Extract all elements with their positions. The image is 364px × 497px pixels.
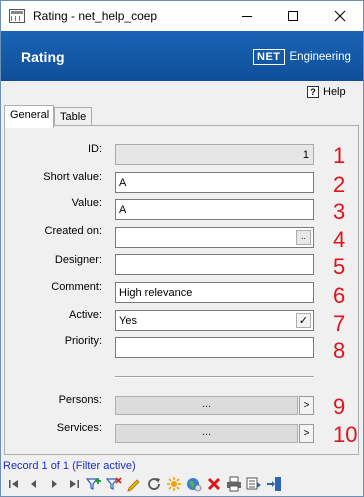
- comment-field[interactable]: High relevance: [115, 282, 314, 303]
- help-button[interactable]: ? Help: [307, 86, 346, 98]
- close-button[interactable]: [317, 1, 363, 31]
- window: Rating - net_help_coep Rating NET Engine…: [0, 0, 364, 497]
- priority-field[interactable]: [115, 337, 314, 358]
- persons-open-button[interactable]: >: [299, 396, 314, 415]
- net-engineering-logo: NET Engineering: [253, 49, 351, 65]
- created-on-label: Created on:: [44, 225, 102, 237]
- designer-field[interactable]: [115, 254, 314, 275]
- annotation-6: 6: [333, 283, 346, 308]
- clear-filter-icon: [105, 477, 122, 490]
- edit-button[interactable]: [125, 476, 142, 493]
- active-field[interactable]: Yes ✓: [115, 310, 314, 331]
- delete-icon: [207, 477, 220, 491]
- last-record-button[interactable]: [65, 476, 82, 493]
- window-title: Rating - net_help_coep: [33, 9, 158, 23]
- id-field: 1: [115, 144, 314, 165]
- general-panel: ID: 1 1 Short value: A 2 Value: A 3 Crea…: [4, 125, 359, 455]
- help-icon: ?: [307, 86, 319, 98]
- date-picker-button[interactable]: ..: [296, 230, 311, 245]
- page-title: Rating: [21, 49, 65, 65]
- annotation-4: 4: [333, 227, 346, 252]
- annotation-5: 5: [333, 254, 346, 279]
- print-icon: [226, 476, 241, 492]
- last-record-icon: [69, 480, 79, 488]
- new-record-icon: [166, 477, 181, 491]
- export-button[interactable]: [245, 476, 262, 493]
- first-record-button[interactable]: [5, 476, 22, 493]
- first-record-icon: [8, 480, 18, 488]
- next-record-button[interactable]: [45, 476, 62, 493]
- web-button[interactable]: [185, 476, 202, 493]
- tab-general[interactable]: General: [4, 105, 54, 128]
- priority-label: Priority:: [64, 335, 102, 347]
- next-record-icon: [51, 480, 57, 488]
- logo-text: Engineering: [289, 51, 351, 63]
- services-open-button[interactable]: >: [299, 424, 314, 443]
- exit-icon: [266, 477, 281, 491]
- title-bar: Rating - net_help_coep: [1, 1, 363, 31]
- annotation-3: 3: [333, 199, 346, 224]
- add-filter-icon: [85, 478, 101, 490]
- separator: [115, 376, 314, 378]
- app-icon: [9, 9, 25, 23]
- web-icon: [186, 478, 201, 492]
- persons-label: Persons:: [58, 394, 102, 406]
- persons-field[interactable]: ...: [115, 396, 298, 415]
- annotation-2: 2: [333, 172, 346, 197]
- annotation-1: 1: [333, 143, 346, 168]
- maximize-icon: [288, 11, 298, 21]
- annotation-7: 7: [333, 311, 346, 336]
- active-value: Yes: [119, 315, 137, 327]
- id-label: ID:: [87, 143, 102, 155]
- previous-record-button[interactable]: [25, 476, 42, 493]
- exit-button[interactable]: [265, 476, 282, 493]
- new-record-button[interactable]: [165, 476, 182, 493]
- clear-filter-button[interactable]: [105, 476, 122, 493]
- value-field[interactable]: A: [115, 199, 314, 220]
- annotation-9: 9: [333, 394, 346, 419]
- services-label: Services:: [56, 422, 102, 434]
- export-icon: [246, 477, 261, 490]
- created-on-field[interactable]: ..: [115, 227, 314, 248]
- previous-record-icon: [30, 480, 36, 488]
- designer-label: Designer:: [54, 254, 102, 266]
- edit-icon: [126, 479, 140, 492]
- services-field[interactable]: ...: [115, 424, 298, 443]
- minimize-icon: [242, 16, 252, 17]
- short-value-label: Short value:: [43, 171, 102, 183]
- print-button[interactable]: [225, 476, 242, 493]
- close-icon: [334, 10, 346, 22]
- logo-box: NET: [253, 49, 285, 65]
- annotation-8: 8: [333, 338, 346, 363]
- header-banner: Rating NET Engineering: [1, 31, 363, 81]
- annotation-10: 10: [333, 422, 358, 447]
- refresh-icon: [147, 478, 160, 490]
- comment-label: Comment:: [51, 281, 102, 293]
- minimize-button[interactable]: [224, 1, 270, 31]
- short-value-field[interactable]: A: [115, 172, 314, 193]
- value-label: Value:: [71, 197, 102, 209]
- help-label: Help: [323, 86, 346, 98]
- record-status: Record 1 of 1 (Filter active): [3, 460, 136, 472]
- delete-button[interactable]: [205, 476, 222, 493]
- active-label: Active:: [68, 309, 102, 321]
- record-toolbar: [5, 475, 285, 493]
- refresh-button[interactable]: [145, 476, 162, 493]
- active-checkbox[interactable]: ✓: [296, 313, 311, 328]
- maximize-button[interactable]: [270, 1, 316, 31]
- add-filter-button[interactable]: [85, 476, 102, 493]
